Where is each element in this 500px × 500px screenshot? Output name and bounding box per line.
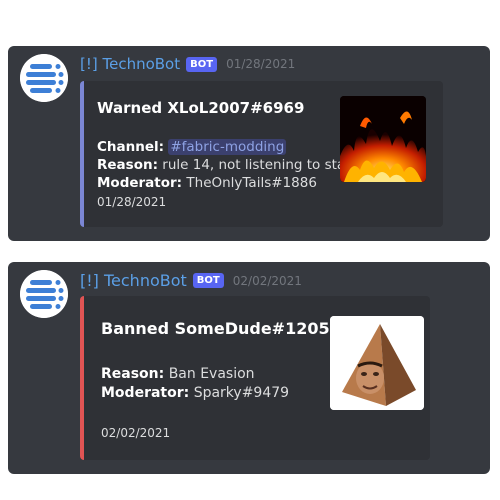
bot-tag: BOT <box>192 273 224 288</box>
embed-field-moderator: Moderator: TheOnlyTails#1886 <box>97 175 317 191</box>
embed-card: Warned XLoL2007#6969 Channel: #fabric-mo… <box>80 81 443 227</box>
field-value: TheOnlyTails#1886 <box>186 175 317 191</box>
message-1: [!] TechnoBot BOT 01/28/2021 Warned XLoL… <box>8 46 490 241</box>
message-header: [!] TechnoBot BOT 02/02/2021 <box>80 271 302 290</box>
field-value: Ban Evasion <box>168 366 255 382</box>
fire-image <box>340 96 426 182</box>
embed-footer: 02/02/2021 <box>101 426 171 440</box>
field-label: Reason: <box>97 157 158 173</box>
message-header: [!] TechnoBot BOT 01/28/2021 <box>80 55 295 73</box>
field-label: Reason: <box>101 366 165 382</box>
technobot-logo-icon <box>20 270 68 318</box>
embed-title: Banned SomeDude#1205 <box>101 319 330 338</box>
bot-avatar[interactable] <box>20 54 68 102</box>
timestamp: 02/02/2021 <box>232 273 302 288</box>
bot-avatar[interactable] <box>20 270 68 318</box>
embed-field-reason: Reason: Ban Evasion <box>101 366 255 382</box>
channel-mention-link[interactable]: #fabric-modding <box>168 139 287 155</box>
embed-thumbnail-pyramid[interactable] <box>330 316 424 410</box>
embed-thumbnail-fire[interactable] <box>340 96 426 182</box>
timestamp: 01/28/2021 <box>226 57 296 71</box>
embed-field-channel: Channel: #fabric-modding <box>97 139 287 155</box>
bot-tag: BOT <box>186 56 218 72</box>
username[interactable]: [!] TechnoBot <box>80 271 187 290</box>
field-value: Sparky#9479 <box>193 385 290 401</box>
technobot-logo-icon <box>20 54 68 102</box>
pyramid-face-image <box>330 316 424 410</box>
field-value: rule 14, not listening to staff <box>162 157 355 173</box>
embed-field-moderator: Moderator: Sparky#9479 <box>101 385 289 401</box>
field-label: Moderator: <box>97 175 183 191</box>
embed-title: Warned XLoL2007#6969 <box>97 99 305 117</box>
embed-card: Banned SomeDude#1205 Reason: Ban Evasion… <box>80 296 430 460</box>
username[interactable]: [!] TechnoBot <box>80 55 180 73</box>
embed-footer: 01/28/2021 <box>97 195 167 209</box>
embed-field-reason: Reason: rule 14, not listening to staff <box>97 157 355 173</box>
field-label: Channel: <box>97 139 165 155</box>
field-label: Moderator: <box>101 385 190 401</box>
message-2: [!] TechnoBot BOT 02/02/2021 Banned Some… <box>8 262 490 474</box>
